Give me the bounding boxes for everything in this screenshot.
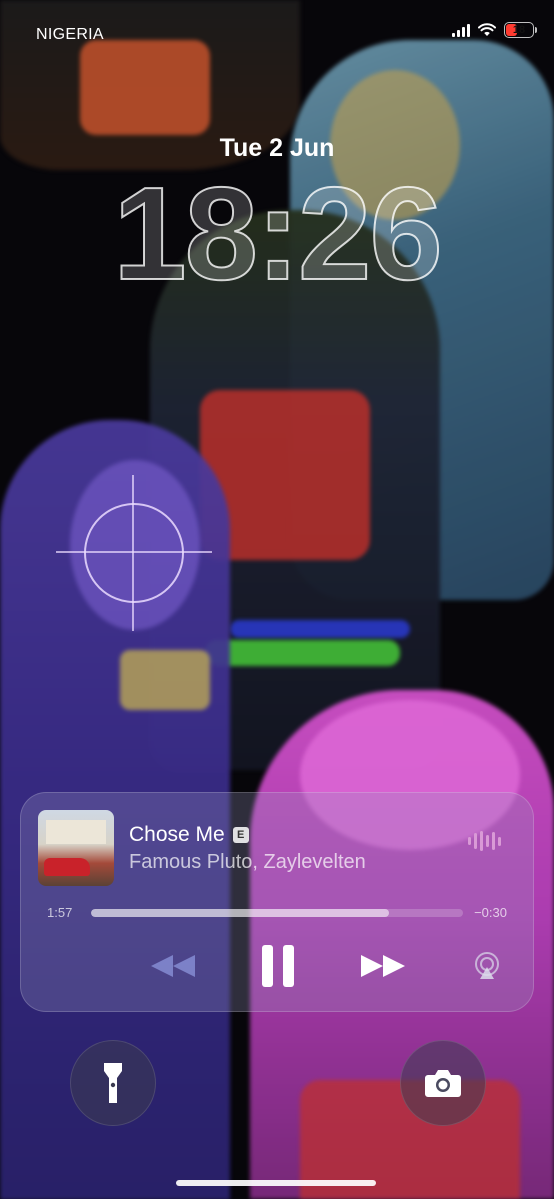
home-indicator[interactable] — [176, 1180, 376, 1186]
status-indicators: 18 — [452, 22, 537, 38]
now-playing-widget[interactable]: Chose Me E Famous Pluto, Zaylevelten 1:5… — [20, 792, 534, 1012]
wallpaper-shape — [120, 650, 210, 710]
audio-waveform-icon — [468, 831, 501, 851]
album-art[interactable] — [38, 810, 114, 886]
rewind-icon — [151, 955, 195, 977]
fast-forward-icon — [361, 955, 405, 977]
battery-icon: 18 — [504, 22, 537, 38]
song-title-row: Chose Me E — [129, 823, 249, 847]
playback-progress — [91, 909, 389, 917]
wallpaper-shape — [205, 640, 400, 666]
explicit-badge: E — [232, 827, 249, 843]
fast-forward-button[interactable] — [355, 941, 411, 991]
camera-button[interactable] — [400, 1040, 486, 1126]
playback-scrubber[interactable] — [91, 909, 463, 917]
wallpaper-shape — [80, 40, 210, 135]
flashlight-button[interactable] — [70, 1040, 156, 1126]
flashlight-icon — [104, 1063, 122, 1103]
remaining-time: −0:30 — [474, 905, 507, 920]
rewind-button[interactable] — [145, 941, 201, 991]
elapsed-time: 1:57 — [47, 905, 73, 920]
carrier-label: NIGERIA — [36, 26, 104, 43]
song-title: Chose Me — [129, 823, 225, 846]
crosshair-graphic — [56, 475, 212, 631]
wallpaper-shape — [230, 620, 410, 638]
battery-percentage: 18 — [512, 24, 526, 36]
wifi-icon — [478, 23, 496, 36]
airplay-button[interactable] — [467, 941, 507, 991]
pause-button[interactable] — [257, 941, 299, 991]
lock-date: Tue 2 Jun — [219, 134, 335, 162]
cellular-signal-icon — [452, 23, 470, 37]
camera-icon — [425, 1070, 461, 1097]
lock-clock: 18:26 — [112, 160, 444, 307]
artist-name: Famous Pluto, Zaylevelten — [129, 851, 366, 873]
playback-controls — [21, 941, 533, 991]
airplay-icon — [475, 952, 499, 979]
pause-icon — [262, 945, 294, 987]
